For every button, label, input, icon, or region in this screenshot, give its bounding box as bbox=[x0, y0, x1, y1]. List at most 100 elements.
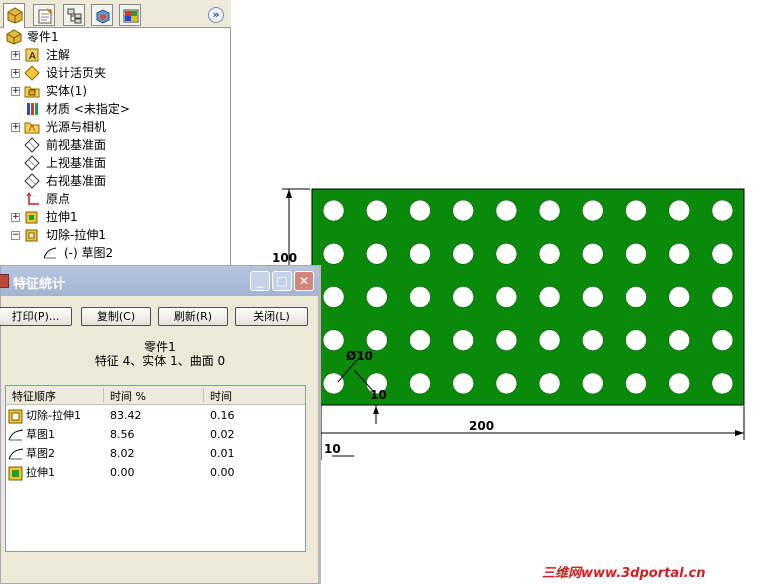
hole[interactable] bbox=[711, 286, 734, 308]
tree-item[interactable]: 材质 <未指定> bbox=[0, 100, 230, 118]
expand-icon[interactable]: + bbox=[11, 51, 20, 60]
width-dimension-text[interactable]: 200 bbox=[469, 419, 494, 433]
hole[interactable] bbox=[581, 286, 604, 308]
tree-item-label: 注解 bbox=[46, 48, 71, 62]
tree-item[interactable]: 右视基准面 bbox=[0, 172, 230, 190]
hole[interactable] bbox=[366, 286, 388, 308]
hole[interactable] bbox=[452, 243, 474, 265]
tree-item[interactable]: 前视基准面 bbox=[0, 136, 230, 154]
column-divider[interactable] bbox=[103, 388, 104, 402]
collapse-icon[interactable]: − bbox=[11, 231, 20, 240]
table-row[interactable]: 切除-拉伸1 83.42 0.16 bbox=[6, 406, 305, 425]
hole[interactable] bbox=[495, 199, 518, 222]
hole[interactable] bbox=[409, 243, 431, 265]
hole[interactable] bbox=[495, 372, 518, 395]
hole[interactable] bbox=[625, 372, 647, 395]
hole[interactable] bbox=[322, 243, 345, 265]
feature-stats-list[interactable]: 特征顺序 时间 % 时间 切除-拉伸1 83.42 0.16 草图1 8.56 0.02 草… bbox=[5, 385, 306, 552]
sketch-icon bbox=[8, 429, 24, 441]
tree-item[interactable]: + A 注解 bbox=[0, 46, 230, 64]
expand-icon[interactable]: + bbox=[11, 123, 20, 132]
hole[interactable] bbox=[538, 372, 561, 395]
display-manager-tab[interactable] bbox=[119, 4, 141, 26]
hole[interactable] bbox=[452, 199, 474, 222]
column-header-feature-order[interactable]: 特征顺序 bbox=[12, 388, 56, 404]
hole[interactable] bbox=[409, 329, 431, 352]
column-divider[interactable] bbox=[203, 388, 204, 402]
tree-item[interactable]: 原点 bbox=[0, 190, 230, 208]
hole[interactable] bbox=[711, 329, 734, 352]
refresh-button[interactable]: 刷新(R) bbox=[158, 307, 228, 326]
hole[interactable] bbox=[581, 243, 604, 265]
hole[interactable] bbox=[452, 372, 474, 395]
hole[interactable] bbox=[538, 243, 561, 265]
perforated-plate bbox=[311, 188, 745, 406]
feature-manager-tab[interactable] bbox=[3, 3, 25, 28]
hole[interactable] bbox=[668, 199, 691, 222]
configuration-manager-tab[interactable] bbox=[63, 4, 85, 26]
dialog-titlebar[interactable]: 特征统计 _ □ ✕ bbox=[0, 266, 319, 296]
hole[interactable] bbox=[366, 199, 388, 222]
hole[interactable] bbox=[495, 286, 518, 308]
expand-icon[interactable]: + bbox=[11, 87, 20, 96]
hole[interactable] bbox=[452, 286, 474, 308]
minimize-button[interactable]: _ bbox=[250, 271, 270, 291]
hole[interactable] bbox=[581, 372, 604, 395]
tree-item[interactable]: − 切除-拉伸1 bbox=[0, 226, 230, 244]
tree-item[interactable]: + 拉伸1 bbox=[0, 208, 230, 226]
hole[interactable] bbox=[581, 199, 604, 222]
pitch-dimension-text[interactable]: 10 bbox=[370, 388, 387, 402]
expand-icon[interactable]: + bbox=[11, 213, 20, 222]
tree-item[interactable]: + 光源与相机 bbox=[0, 118, 230, 136]
offset-dimension-text[interactable]: 10 bbox=[324, 442, 341, 456]
print-button[interactable]: 打印(P)... bbox=[0, 307, 72, 326]
table-row[interactable]: 拉伸1 0.00 0.00 bbox=[6, 463, 305, 482]
diameter-dimension-text[interactable]: Ø10 bbox=[346, 349, 373, 363]
hole[interactable] bbox=[409, 372, 431, 395]
table-row[interactable]: 草图1 8.56 0.02 bbox=[6, 425, 305, 444]
copy-button[interactable]: 复制(C) bbox=[81, 307, 151, 326]
hole[interactable] bbox=[625, 199, 647, 222]
hole[interactable] bbox=[625, 243, 647, 265]
tree-item[interactable]: (-) 草图2 bbox=[0, 244, 230, 262]
tree-root[interactable]: 零件1 bbox=[0, 28, 230, 46]
hole[interactable] bbox=[322, 286, 345, 308]
hole[interactable] bbox=[538, 199, 561, 222]
maximize-button[interactable]: □ bbox=[272, 271, 292, 291]
hole[interactable] bbox=[625, 329, 647, 352]
hole[interactable] bbox=[711, 199, 734, 222]
table-row[interactable]: 草图2 8.02 0.01 bbox=[6, 444, 305, 463]
dim-xpert-tab[interactable] bbox=[91, 4, 113, 26]
hole[interactable] bbox=[452, 329, 474, 352]
hole[interactable] bbox=[625, 286, 647, 308]
expand-icon[interactable]: + bbox=[11, 69, 20, 78]
hole[interactable] bbox=[668, 372, 691, 395]
tree-item[interactable]: + 实体(1) bbox=[0, 82, 230, 100]
property-manager-tab[interactable] bbox=[33, 4, 55, 26]
hole[interactable] bbox=[668, 286, 691, 308]
hole[interactable] bbox=[538, 329, 561, 352]
tree-item[interactable]: 上视基准面 bbox=[0, 154, 230, 172]
hole[interactable] bbox=[495, 329, 518, 352]
tree-item[interactable]: + 设计活页夹 bbox=[0, 64, 230, 82]
close-button[interactable]: 关闭(L) bbox=[235, 307, 308, 326]
hole[interactable] bbox=[711, 372, 734, 395]
hole[interactable] bbox=[366, 329, 388, 352]
hole[interactable] bbox=[409, 286, 431, 308]
hole[interactable] bbox=[409, 199, 431, 222]
hole[interactable] bbox=[668, 243, 691, 265]
expand-panel-button[interactable]: » bbox=[208, 7, 224, 23]
hole[interactable] bbox=[322, 372, 345, 395]
hole[interactable] bbox=[538, 286, 561, 308]
close-window-button[interactable]: ✕ bbox=[294, 271, 314, 291]
hole[interactable] bbox=[366, 243, 388, 265]
height-dimension-text[interactable]: 100 bbox=[272, 251, 297, 265]
hole[interactable] bbox=[711, 243, 734, 265]
hole[interactable] bbox=[322, 329, 345, 352]
column-header-time[interactable]: 时间 bbox=[210, 388, 232, 404]
column-header-time-percent[interactable]: 时间 % bbox=[110, 388, 146, 404]
hole[interactable] bbox=[322, 199, 345, 222]
hole[interactable] bbox=[581, 329, 604, 352]
hole[interactable] bbox=[495, 243, 518, 265]
hole[interactable] bbox=[668, 329, 691, 352]
